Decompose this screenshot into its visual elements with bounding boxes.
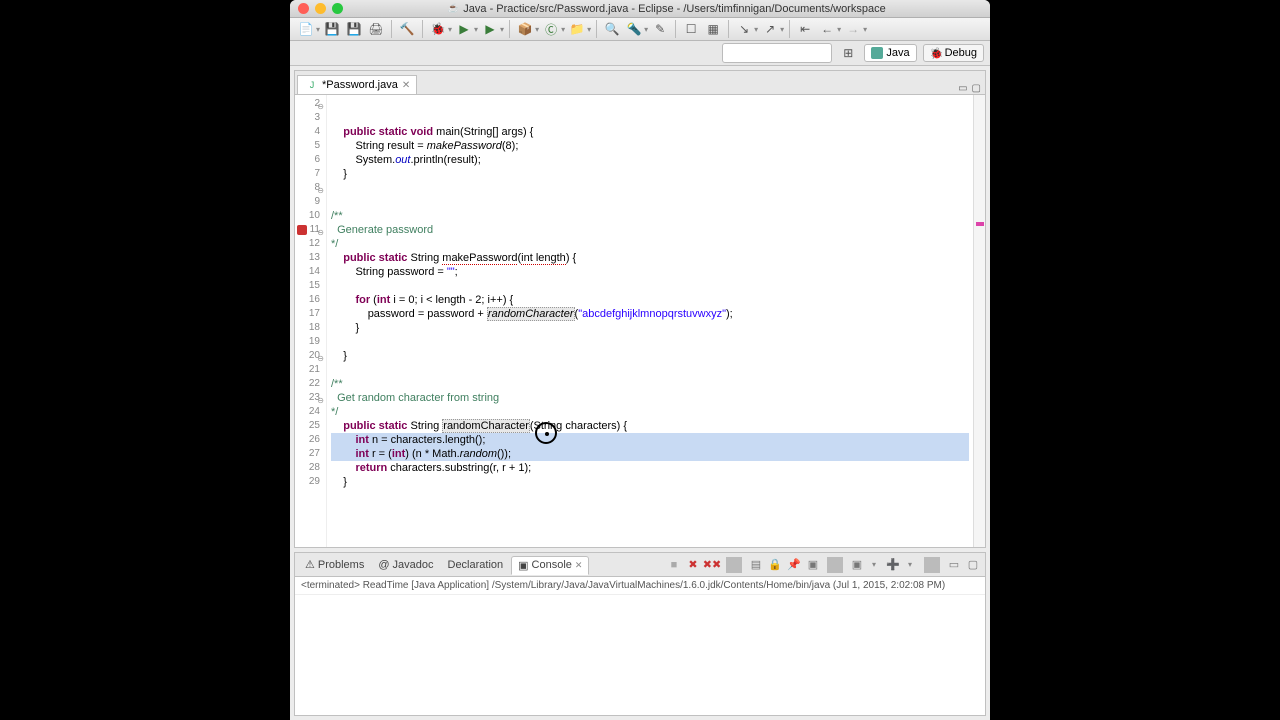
minimize-editor-button[interactable]: ▭	[958, 83, 967, 94]
titlebar: ☕ Java - Practice/src/Password.java - Ec…	[290, 0, 990, 18]
perspective-bar: ⊞ Java 🐞 Debug	[290, 41, 990, 66]
overview-ruler[interactable]	[973, 95, 985, 547]
prev-annotation-button[interactable]: ↗	[760, 19, 780, 39]
problems-icon: ⚠	[305, 558, 315, 571]
clear-console-button[interactable]: ▤	[748, 557, 764, 573]
declaration-tab[interactable]: Declaration	[442, 557, 510, 573]
bottom-tabs: ⚠ Problems @ Javadoc Declaration ▣ Conso…	[295, 553, 985, 577]
bottom-panel: ⚠ Problems @ Javadoc Declaration ▣ Conso…	[294, 552, 986, 716]
editor-area: J *Password.java ✕ ▭ ▢ 2⊖345678⊖91011⊖12…	[294, 70, 986, 548]
forward-button[interactable]: →	[843, 19, 863, 39]
pin-console-button[interactable]: 📌	[786, 557, 802, 573]
quick-access-input[interactable]	[722, 43, 832, 63]
close-tab-icon[interactable]: ✕	[402, 80, 410, 91]
search-button[interactable]: 🔦	[624, 19, 644, 39]
new-type-button[interactable]: 📁	[567, 19, 587, 39]
console-toolbar: ■ ✖ ✖✖ ▤ 🔒 📌 ▣ ▣▾ ➕▾ ▭ ▢	[666, 557, 981, 573]
new-class-button[interactable]: Ⓒ	[541, 19, 561, 39]
editor-min-max: ▭ ▢	[958, 83, 985, 94]
run-last-button[interactable]: ▶	[480, 19, 500, 39]
debug-perspective-button[interactable]: 🐞 Debug	[923, 44, 984, 62]
save-button[interactable]: 💾	[322, 19, 342, 39]
debug-perspective-label: Debug	[945, 47, 977, 59]
print-button[interactable]: 🖨	[366, 19, 386, 39]
window-title-text: Java - Practice/src/Password.java - Ecli…	[463, 3, 885, 15]
annotate-button[interactable]: ✎	[650, 19, 670, 39]
new-button[interactable]: 📄	[296, 19, 316, 39]
console-icon: ▣	[518, 559, 528, 572]
open-perspective-button[interactable]: ⊞	[838, 43, 858, 63]
editor-tab-row: J *Password.java ✕ ▭ ▢	[295, 71, 985, 95]
console-label: Console	[532, 559, 572, 571]
debug-perspective-icon: 🐞	[930, 47, 942, 59]
build-button[interactable]: 🔨	[397, 19, 417, 39]
eclipse-window: ☕ Java - Practice/src/Password.java - Ec…	[290, 0, 990, 720]
java-perspective-icon	[871, 47, 883, 59]
window-controls	[298, 3, 343, 14]
overview-marker	[976, 222, 984, 226]
scroll-lock-button[interactable]: 🔒	[767, 557, 783, 573]
console-output[interactable]	[295, 595, 985, 715]
code-editor[interactable]: 2⊖345678⊖91011⊖121314151617181920⊖212223…	[295, 95, 985, 547]
editor-tab-password[interactable]: J *Password.java ✕	[297, 75, 417, 94]
back-button[interactable]: ←	[817, 19, 837, 39]
main-toolbar: 📄▾ 💾 💾 🖨 🔨 🐞▾ ▶▾ ▶▾ 📦▾ Ⓒ▾ 📁▾ 🔍 🔦▾ ✎ ☐ ▦ …	[290, 18, 990, 41]
next-annotation-button[interactable]: ↘	[734, 19, 754, 39]
code-content[interactable]: public static void main(String[] args) {…	[327, 95, 973, 547]
java-file-icon: ☕	[447, 3, 459, 15]
last-edit-button[interactable]: ⇤	[795, 19, 815, 39]
maximize-editor-button[interactable]: ▢	[972, 83, 981, 94]
toggle-mark-button[interactable]: ☐	[681, 19, 701, 39]
java-perspective-button[interactable]: Java	[864, 44, 916, 62]
new-package-button[interactable]: 📦	[515, 19, 535, 39]
problems-label: Problems	[318, 559, 364, 571]
declaration-label: Declaration	[448, 559, 504, 571]
javadoc-icon: @	[378, 559, 389, 571]
java-file-icon: J	[306, 79, 318, 91]
toggle-block-button[interactable]: ▦	[703, 19, 723, 39]
maximize-panel-button[interactable]: ▢	[965, 557, 981, 573]
debug-button[interactable]: 🐞	[428, 19, 448, 39]
minimize-window-button[interactable]	[315, 3, 326, 14]
close-window-button[interactable]	[298, 3, 309, 14]
save-all-button[interactable]: 💾	[344, 19, 364, 39]
window-title: ☕ Java - Practice/src/Password.java - Ec…	[351, 3, 982, 15]
console-tab[interactable]: ▣ Console ✕	[511, 556, 589, 575]
new-console-button[interactable]: ➕	[885, 557, 901, 573]
javadoc-label: Javadoc	[393, 559, 434, 571]
run-button[interactable]: ▶	[454, 19, 474, 39]
zoom-window-button[interactable]	[332, 3, 343, 14]
minimize-panel-button[interactable]: ▭	[946, 557, 962, 573]
display-console-button[interactable]: ▣	[805, 557, 821, 573]
open-type-button[interactable]: 🔍	[602, 19, 622, 39]
remove-all-button[interactable]: ✖✖	[704, 557, 720, 573]
problems-tab[interactable]: ⚠ Problems	[299, 556, 370, 573]
console-status: <terminated> ReadTime [Java Application]…	[295, 577, 985, 595]
remove-launch-button[interactable]: ✖	[685, 557, 701, 573]
terminate-button[interactable]: ■	[666, 557, 682, 573]
close-console-icon[interactable]: ✕	[575, 560, 583, 571]
javadoc-tab[interactable]: @ Javadoc	[372, 557, 439, 573]
java-perspective-label: Java	[886, 47, 909, 59]
editor-tab-label: *Password.java	[322, 79, 398, 91]
open-console-button[interactable]: ▣	[849, 557, 865, 573]
line-number-gutter: 2⊖345678⊖91011⊖121314151617181920⊖212223…	[295, 95, 327, 547]
